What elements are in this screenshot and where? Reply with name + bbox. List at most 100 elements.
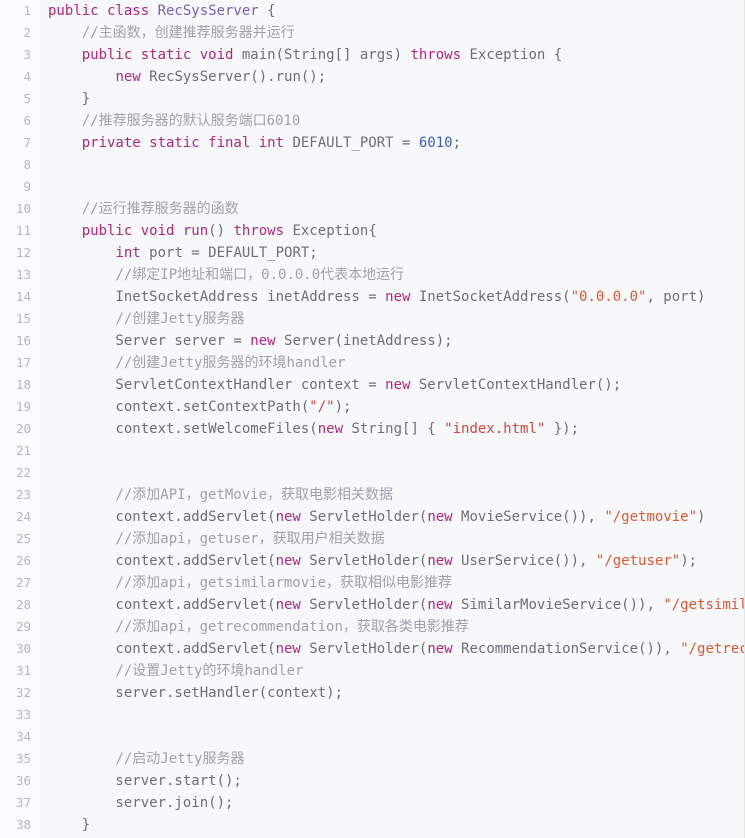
line-number: 2 — [23, 25, 31, 40]
code-line-text[interactable]: //添加API，getMovie，获取电影相关数据 — [40, 484, 744, 506]
code-line-text[interactable]: context.setContextPath("/"); — [40, 396, 744, 418]
code-token: run — [182, 223, 209, 239]
line-number: 26 — [15, 553, 31, 568]
code-token: public void — [81, 223, 183, 239]
code-line-text[interactable]: //添加api，getuser，获取用户相关数据 — [40, 528, 744, 550]
code-line[interactable]: 13 //绑定IP地址和端口，0.0.0.0代表本地运行 — [0, 264, 744, 286]
code-line[interactable]: 15 //创建Jetty服务器 — [0, 308, 744, 330]
code-line[interactable]: 1 public class RecSysServer { — [0, 0, 744, 22]
code-token: context.setContextPath( — [48, 399, 310, 415]
code-line[interactable]: 28 context.addServlet(new ServletHolder(… — [0, 594, 744, 616]
code-line[interactable]: 38 } — [0, 814, 744, 836]
code-line[interactable]: 34 — [0, 726, 744, 748]
code-line[interactable]: 17 //创建Jetty服务器的环境handler — [0, 352, 744, 374]
code-token: , port) — [646, 289, 706, 305]
code-line-text[interactable]: public void run() throws Exception{ — [40, 220, 744, 242]
code-line-text[interactable]: context.addServlet(new ServletHolder(new… — [40, 506, 744, 528]
code-content[interactable]: 1 public class RecSysServer {2 //主函数，创建推荐… — [0, 0, 744, 836]
code-line[interactable]: 36 server.start(); — [0, 770, 744, 792]
code-line[interactable]: 16 Server server = new Server(inetAddres… — [0, 330, 744, 352]
code-token: InetSocketAddress( — [418, 289, 571, 305]
code-token: }); — [545, 421, 580, 437]
code-line[interactable]: 37 server.join(); — [0, 792, 744, 814]
code-line[interactable]: 33 — [0, 704, 744, 726]
code-line[interactable]: 19 context.setContextPath("/"); — [0, 396, 744, 418]
code-line-text[interactable]: ServletContextHandler context = new Serv… — [40, 374, 744, 396]
code-token: Exception { — [469, 47, 563, 63]
code-line[interactable]: 12 int port = DEFAULT_PORT; — [0, 242, 744, 264]
code-token: ServletContextHandler(); — [418, 377, 622, 393]
code-line-text[interactable]: //绑定IP地址和端口，0.0.0.0代表本地运行 — [40, 264, 744, 286]
code-line[interactable]: 23 //添加API，getMovie，获取电影相关数据 — [0, 484, 744, 506]
code-line[interactable]: 11 public void run() throws Exception{ — [0, 220, 744, 242]
code-line-text[interactable]: } — [40, 814, 744, 836]
code-token: //绑定IP地址和端口，0.0.0.0代表本地运行 — [115, 267, 405, 283]
code-line[interactable]: 14 InetSocketAddress inetAddress = new I… — [0, 286, 744, 308]
code-line[interactable]: 9 — [0, 176, 744, 198]
line-number: 14 — [15, 289, 31, 304]
code-line[interactable]: 8 — [0, 154, 744, 176]
code-line-text[interactable]: Server server = new Server(inetAddress); — [40, 330, 744, 352]
line-number: 32 — [15, 685, 31, 700]
code-line-text[interactable]: new RecSysServer().run(); — [40, 66, 744, 88]
code-line[interactable]: 30 context.addServlet(new ServletHolder(… — [0, 638, 744, 660]
code-token: () — [208, 223, 234, 239]
code-line-text[interactable]: //启动Jetty服务器 — [40, 748, 744, 770]
code-line[interactable]: 3 public static void main(String[] args)… — [0, 44, 744, 66]
code-token: new — [275, 597, 310, 613]
code-line[interactable]: 21 — [0, 440, 744, 462]
code-line[interactable]: 32 server.setHandler(context); — [0, 682, 744, 704]
code-line-text[interactable]: //添加api，getrecommendation，获取各类电影推荐 — [40, 616, 744, 638]
code-line[interactable]: 27 //添加api，getsimilarmovie，获取相似电影推荐 — [0, 572, 744, 594]
code-line[interactable]: 2 //主函数，创建推荐服务器并运行 — [0, 22, 744, 44]
code-line-text[interactable]: int port = DEFAULT_PORT; — [40, 242, 744, 264]
code-line-text[interactable]: //添加api，getsimilarmovie，获取相似电影推荐 — [40, 572, 744, 594]
code-line[interactable]: 25 //添加api，getuser，获取用户相关数据 — [0, 528, 744, 550]
code-line-text[interactable]: InetSocketAddress inetAddress = new Inet… — [40, 286, 744, 308]
code-line[interactable]: 7 private static final int DEFAULT_PORT … — [0, 132, 744, 154]
line-number: 22 — [15, 465, 31, 480]
code-line-text[interactable]: context.addServlet(new ServletHolder(new… — [40, 594, 744, 616]
code-line[interactable]: 10 //运行推荐服务器的函数 — [0, 198, 744, 220]
code-line-text[interactable]: server.setHandler(context); — [40, 682, 744, 704]
code-line[interactable]: 18 ServletContextHandler context = new S… — [0, 374, 744, 396]
code-line-text[interactable]: //主函数，创建推荐服务器并运行 — [40, 22, 744, 44]
code-token: "/getsimilarmovie" — [663, 597, 744, 613]
code-line-text[interactable]: public class RecSysServer { — [40, 0, 744, 22]
code-line[interactable]: 5 } — [0, 88, 744, 110]
code-token: UserService()), — [461, 553, 596, 569]
code-line-text[interactable]: server.start(); — [40, 770, 744, 792]
code-editor[interactable]: 1 public class RecSysServer {2 //主函数，创建推荐… — [0, 0, 745, 838]
line-number: 5 — [23, 91, 31, 106]
code-line[interactable]: 4 new RecSysServer().run(); — [0, 66, 744, 88]
code-line-text[interactable]: context.addServlet(new ServletHolder(new… — [40, 550, 744, 572]
code-line[interactable]: 29 //添加api，getrecommendation，获取各类电影推荐 — [0, 616, 744, 638]
code-line[interactable]: 35 //启动Jetty服务器 — [0, 748, 744, 770]
code-line-text[interactable]: //设置Jetty的环境handler — [40, 660, 744, 682]
code-line-text[interactable]: public static void main(String[] args) t… — [40, 44, 744, 66]
code-line-text[interactable]: context.addServlet(new ServletHolder(new… — [40, 638, 744, 660]
line-number: 4 — [23, 69, 31, 84]
code-line-text[interactable]: //运行推荐服务器的函数 — [40, 198, 744, 220]
code-line[interactable]: 22 — [0, 462, 744, 484]
code-line-text[interactable]: //创建Jetty服务器的环境handler — [40, 352, 744, 374]
code-line[interactable]: 20 context.setWelcomeFiles(new String[] … — [0, 418, 744, 440]
code-line-text[interactable]: //创建Jetty服务器 — [40, 308, 744, 330]
code-line-text[interactable]: server.join(); — [40, 792, 744, 814]
code-line[interactable]: 26 context.addServlet(new ServletHolder(… — [0, 550, 744, 572]
code-line-text[interactable]: context.setWelcomeFiles(new String[] { "… — [40, 418, 744, 440]
code-token: context.addServlet( — [48, 509, 276, 525]
code-line-text[interactable]: //推荐服务器的默认服务端口6010 — [40, 110, 744, 132]
line-number: 23 — [15, 487, 31, 502]
line-number: 16 — [15, 333, 31, 348]
code-token: new — [385, 377, 419, 393]
line-number: 34 — [15, 729, 31, 744]
code-line[interactable]: 31 //设置Jetty的环境handler — [0, 660, 744, 682]
code-token: new — [385, 289, 419, 305]
code-line[interactable]: 24 context.addServlet(new ServletHolder(… — [0, 506, 744, 528]
code-line[interactable]: 6 //推荐服务器的默认服务端口6010 — [0, 110, 744, 132]
code-line-text[interactable]: private static final int DEFAULT_PORT = … — [40, 132, 744, 154]
code-line-text[interactable]: } — [40, 88, 744, 110]
